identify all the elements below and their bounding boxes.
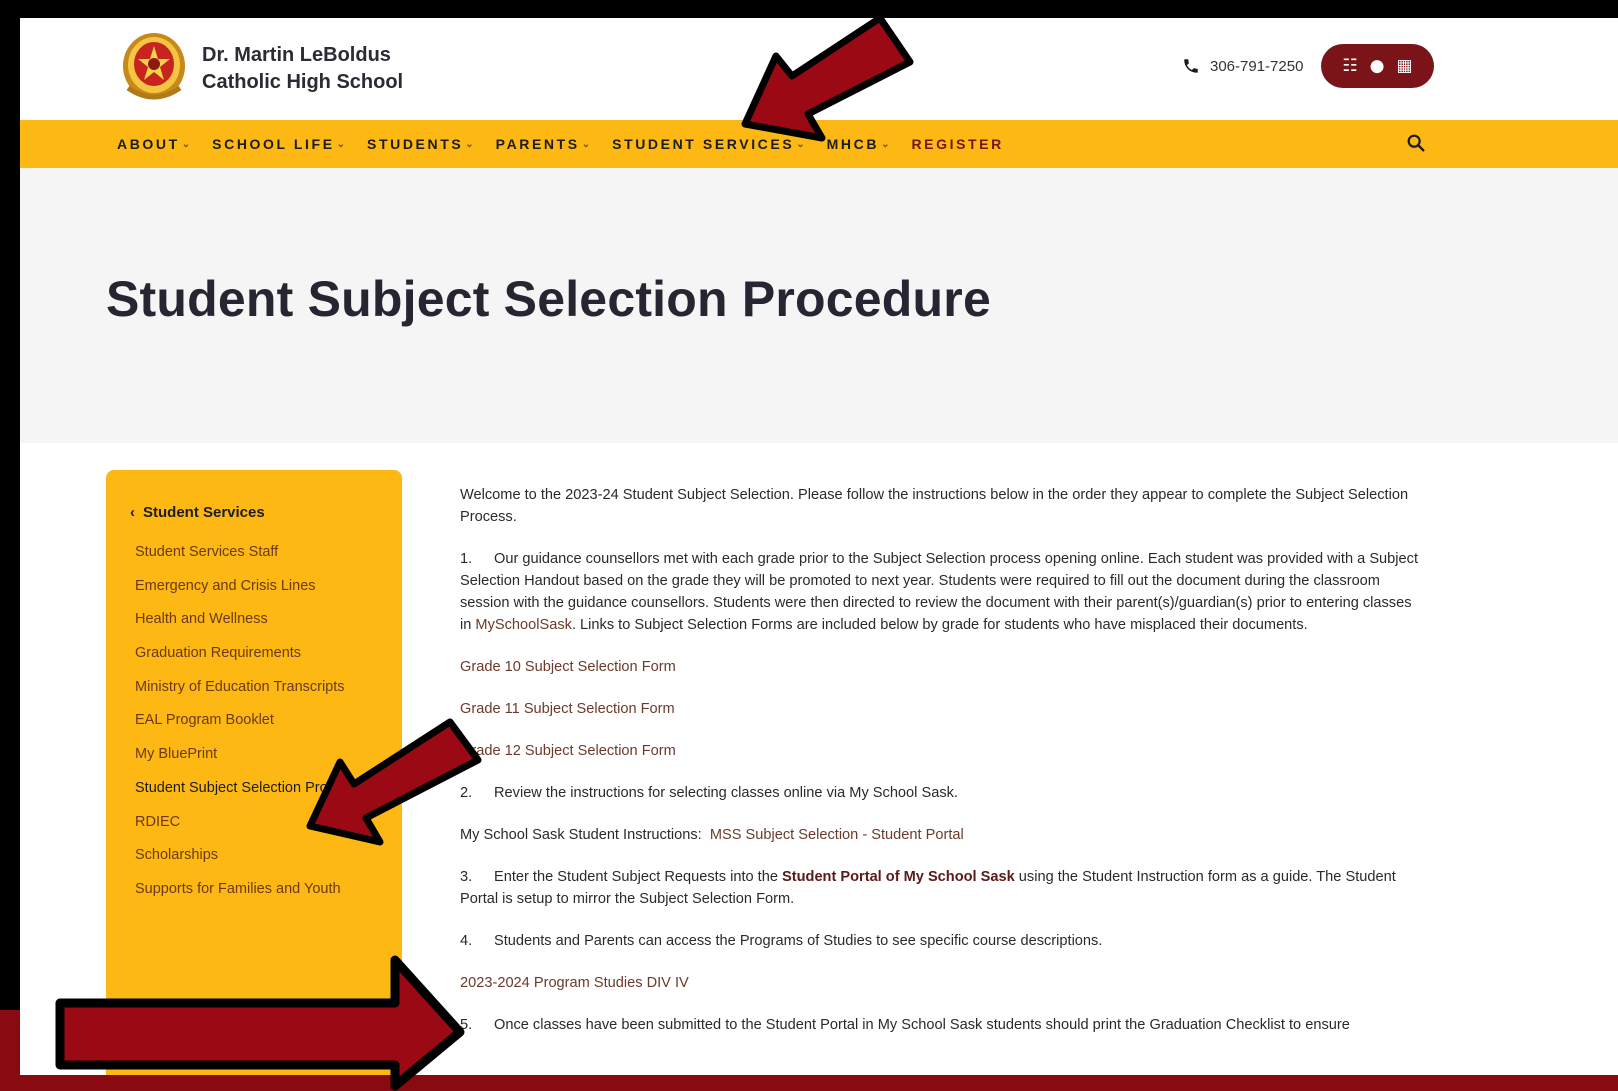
- sidebar-item-ministry-transcripts[interactable]: Ministry of Education Transcripts: [135, 677, 385, 697]
- step-3-text-a: Enter the Student Subject Requests into …: [494, 869, 783, 885]
- step-4-text: Students and Parents can access the Prog…: [494, 933, 1103, 949]
- nav-item-about[interactable]: ABOUT ⌄: [117, 136, 190, 152]
- nav-item-label: REGISTER: [911, 136, 1004, 152]
- utility-menu-pill[interactable]: ☷ ● ▦: [1321, 44, 1434, 88]
- school-crest-logo[interactable]: [120, 28, 188, 102]
- sidebar-item-rdiec[interactable]: RDIEC: [135, 812, 385, 832]
- sidebar-item-scholarships[interactable]: Scholarships: [135, 845, 385, 865]
- nav-items: ABOUT ⌄ SCHOOL LIFE ⌄ STUDENTS ⌄ PARENTS ⌄ S…: [117, 120, 1026, 168]
- chevron-down-icon: ⌄: [465, 138, 474, 150]
- nav-item-label: STUDENTS: [367, 136, 464, 152]
- nav-item-student-services[interactable]: STUDENT SERVICES ⌄: [612, 136, 805, 152]
- main-navigation: ABOUT ⌄ SCHOOL LIFE ⌄ STUDENTS ⌄ PARENTS ⌄ S…: [20, 120, 1618, 168]
- nav-item-label: SCHOOL LIFE: [212, 136, 335, 152]
- nav-item-label: MHCB: [826, 136, 880, 152]
- mss-label: My School Sask Student Instructions:: [460, 827, 702, 843]
- nav-item-students[interactable]: STUDENTS ⌄: [367, 136, 474, 152]
- chevron-down-icon: ⌄: [336, 138, 346, 150]
- site-header: Dr. Martin LeBoldus Catholic High School…: [20, 18, 1618, 120]
- translate-icon[interactable]: ▦: [1397, 57, 1413, 75]
- step-5-text: Once classes have been submitted to the …: [494, 1017, 1350, 1033]
- step-number: 2.: [460, 785, 473, 801]
- nav-item-register[interactable]: REGISTER: [911, 136, 1003, 152]
- sidebar-item-student-services-staff[interactable]: Student Services Staff: [135, 542, 385, 562]
- chevron-down-icon: ⌄: [881, 138, 890, 150]
- mss-student-portal-link[interactable]: MSS Subject Selection - Student Portal: [710, 827, 964, 843]
- apps-grid-icon[interactable]: ☷: [1342, 57, 1357, 75]
- school-name-line2: Catholic High School: [202, 71, 404, 93]
- school-name-line1: Dr. Martin LeBoldus: [202, 44, 391, 66]
- step-2-text: Review the instructions for selecting cl…: [494, 785, 958, 801]
- nav-item-label: STUDENT SERVICES: [612, 136, 795, 152]
- sidebar-item-supports-families[interactable]: Supports for Families and Youth: [135, 879, 385, 899]
- chevron-down-icon: ⌄: [581, 138, 591, 150]
- main-content: Welcome to the 2023-24 Student Subject S…: [460, 484, 1422, 1056]
- chevron-down-icon: ⌄: [181, 138, 191, 150]
- sidebar-item-my-blueprint[interactable]: My BluePrint: [135, 744, 385, 764]
- nav-item-school-life[interactable]: SCHOOL LIFE ⌄: [212, 136, 345, 152]
- grade-12-form-link[interactable]: Grade 12 Subject Selection Form: [460, 743, 676, 759]
- nav-item-mhcb[interactable]: MHCB ⌄: [827, 136, 890, 152]
- grade-10-form-link[interactable]: Grade 10 Subject Selection Form: [460, 659, 676, 675]
- step-1-paragraph: 1. Our guidance counsellors met with each…: [460, 548, 1422, 636]
- phone-number: 306-791-7250: [1210, 57, 1304, 75]
- intro-paragraph: Welcome to the 2023-24 Student Subject S…: [460, 487, 1409, 525]
- step-2-paragraph: 2. Review the instructions for selecting …: [460, 782, 1422, 804]
- page-hero: Student Subject Selection Procedure: [20, 168, 1618, 443]
- user-account-icon[interactable]: ●: [1370, 57, 1385, 75]
- program-studies-link[interactable]: 2023-2024 Program Studies DIV IV: [460, 975, 689, 991]
- mss-instructions-line: My School Sask Student Instructions: MSS…: [460, 824, 1422, 846]
- nav-item-parents[interactable]: PARENTS ⌄: [496, 136, 590, 152]
- grade-11-form-link[interactable]: Grade 11 Subject Selection Form: [460, 701, 675, 717]
- myschoolsask-link[interactable]: MySchoolSask: [475, 617, 572, 633]
- step-3-paragraph: 3. Enter the Student Subject Requests int…: [460, 866, 1422, 910]
- chevron-down-icon: ⌄: [796, 138, 805, 150]
- sidebar-list: Student Services Staff Emergency and Cri…: [135, 542, 385, 913]
- search-icon[interactable]: [1405, 132, 1427, 154]
- step-number: 1.: [460, 551, 473, 567]
- sidebar-item-eal-booklet[interactable]: EAL Program Booklet: [135, 710, 385, 730]
- browser-viewport: Dr. Martin LeBoldus Catholic High School…: [20, 18, 1618, 1075]
- sidebar-item-health-wellness[interactable]: Health and Wellness: [135, 609, 385, 629]
- nav-item-label: ABOUT: [117, 136, 180, 152]
- step-1-text-b: . Links to Subject Selection Forms are i…: [571, 617, 1308, 633]
- sidebar-nav: ‹ Student Services Student Services Staf…: [106, 470, 402, 1075]
- sidebar-item-emergency-crisis-lines[interactable]: Emergency and Crisis Lines: [135, 576, 385, 596]
- sidebar-back-link[interactable]: ‹ Student Services: [130, 504, 265, 521]
- page-title: Student Subject Selection Procedure: [106, 271, 991, 327]
- nav-item-label: PARENTS: [495, 136, 580, 152]
- phone-contact[interactable]: 306-791-7250: [1182, 54, 1303, 78]
- sidebar-item-subject-selection[interactable]: Student Subject Selection Procedure: [135, 778, 385, 798]
- step-5-paragraph: 5. Once classes have been submitted to th…: [460, 1014, 1422, 1036]
- chevron-left-icon: ‹: [130, 504, 135, 521]
- sidebar-item-graduation-requirements[interactable]: Graduation Requirements: [135, 643, 385, 663]
- step-4-paragraph: 4. Students and Parents can access the Pr…: [460, 930, 1422, 952]
- step-number: 5.: [460, 1017, 473, 1033]
- student-portal-emphasis: Student Portal of My School Sask: [782, 869, 1015, 885]
- step-number: 4.: [460, 933, 473, 949]
- school-name[interactable]: Dr. Martin LeBoldus Catholic High School: [202, 42, 403, 96]
- step-number: 3.: [460, 869, 473, 885]
- sidebar-back-label: Student Services: [143, 504, 265, 521]
- phone-icon: [1184, 59, 1198, 73]
